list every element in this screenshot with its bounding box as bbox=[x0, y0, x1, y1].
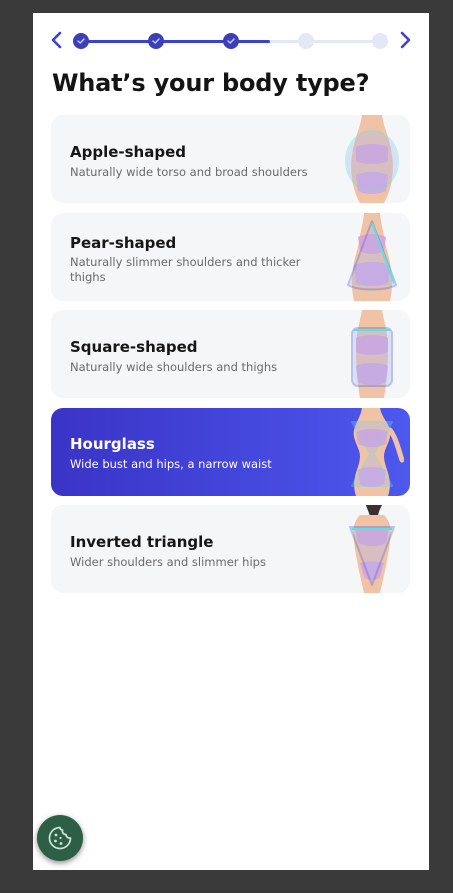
option-hourglass[interactable]: Hourglass Wide bust and hips, a narrow w… bbox=[51, 408, 410, 496]
option-label: Square-shaped bbox=[70, 338, 198, 356]
option-description: Naturally wide torso and broad shoulders bbox=[70, 165, 308, 179]
chevron-right-icon bbox=[400, 31, 411, 49]
option-inverted-triangle[interactable]: Inverted triangle Wider shoulders and sl… bbox=[51, 505, 410, 593]
option-label: Pear-shaped bbox=[70, 234, 177, 252]
option-description: Wider shoulders and slimmer hips bbox=[70, 555, 266, 569]
progress-fill bbox=[81, 40, 270, 43]
pear-body-illustration bbox=[347, 213, 397, 301]
chevron-left-icon bbox=[51, 31, 62, 49]
apple-body-illustration bbox=[345, 115, 399, 203]
step-dot-1 bbox=[73, 33, 89, 49]
check-icon bbox=[152, 38, 160, 44]
option-label: Hourglass bbox=[70, 435, 155, 453]
next-button[interactable] bbox=[397, 31, 413, 49]
step-dot-2 bbox=[148, 33, 164, 49]
cookie-icon bbox=[48, 826, 72, 850]
option-apple-shaped[interactable]: Apple-shaped Naturally wide torso and br… bbox=[51, 115, 410, 203]
hourglass-body-illustration bbox=[351, 408, 404, 496]
option-label: Apple-shaped bbox=[70, 143, 187, 161]
square-body-illustration bbox=[351, 310, 393, 398]
check-icon bbox=[227, 38, 235, 44]
page-title: What’s your body type? bbox=[52, 69, 370, 97]
inverted-triangle-body-illustration bbox=[349, 505, 395, 593]
option-description: Naturally wide shoulders and thighs bbox=[70, 360, 278, 374]
check-icon bbox=[77, 38, 85, 44]
app-screen: What’s your body type? Apple-shaped Natu… bbox=[33, 13, 429, 870]
option-pear-shaped[interactable]: Pear-shaped Naturally slimmer shoulders … bbox=[51, 213, 410, 301]
step-dot-4 bbox=[298, 33, 314, 49]
cookie-settings-button[interactable] bbox=[37, 815, 83, 861]
back-button[interactable] bbox=[49, 31, 65, 49]
option-description: Naturally slimmer shoulders and thicker … bbox=[70, 255, 301, 284]
option-square-shaped[interactable]: Square-shaped Naturally wide shoulders a… bbox=[51, 310, 410, 398]
step-dot-3 bbox=[223, 33, 239, 49]
option-label: Inverted triangle bbox=[70, 533, 214, 551]
option-description: Wide bust and hips, a narrow waist bbox=[70, 457, 272, 471]
step-dot-5 bbox=[372, 33, 388, 49]
